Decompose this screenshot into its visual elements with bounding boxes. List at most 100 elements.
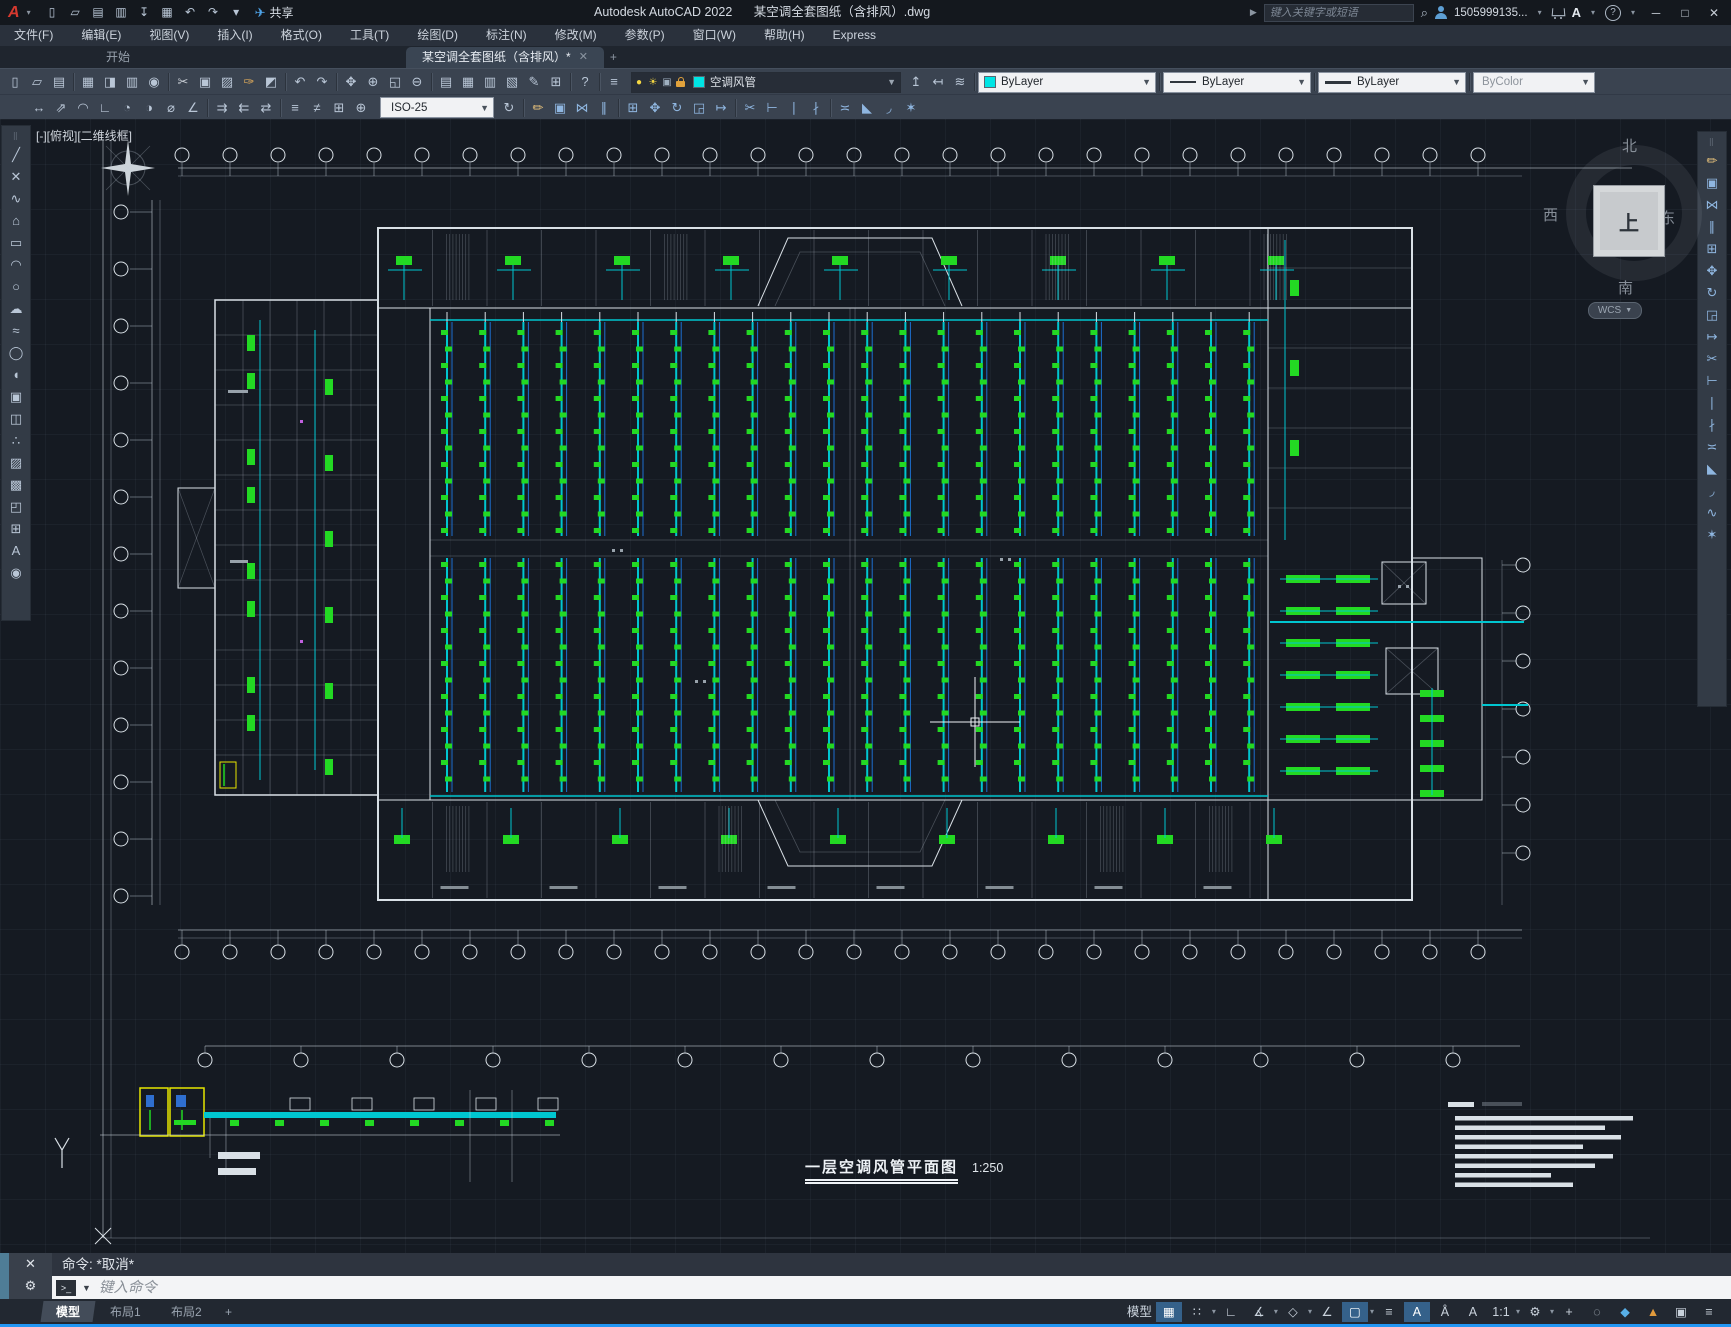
command-customize-icon[interactable]: ⚙ (25, 1278, 37, 1294)
menu-0[interactable]: 文件(F) (0, 25, 67, 46)
performance-monitor-icon[interactable]: ▲ (1640, 1302, 1666, 1322)
new-file-icon[interactable]: ▯ (44, 4, 61, 21)
break-at-point-icon[interactable]: ∣ (783, 98, 805, 118)
polyline-icon[interactable]: ∿ (5, 188, 27, 210)
app-logo-icon[interactable]: A (8, 4, 20, 22)
print-icon[interactable]: ▦ (159, 4, 176, 21)
username[interactable]: 1505999135... (1454, 7, 1528, 19)
layer-previous-icon[interactable]: ↤ (927, 72, 949, 92)
layout-tab-0[interactable]: 模型 (40, 1301, 96, 1322)
plot-icon[interactable]: ▦ (77, 72, 99, 92)
save-icon[interactable]: ▤ (48, 72, 70, 92)
maximize-button[interactable]: □ (1674, 6, 1696, 20)
continue-dimension-icon[interactable]: ⇄ (255, 98, 277, 118)
app-store-cart-icon[interactable] (1552, 7, 1565, 19)
match-properties-icon[interactable]: ✑ (238, 72, 260, 92)
break-icon[interactable]: ∤ (1701, 414, 1723, 436)
redo-icon[interactable]: ↷ (205, 4, 222, 21)
baseline-dimension-icon[interactable]: ⇇ (233, 98, 255, 118)
layout-tab-1[interactable]: 布局1 (95, 1301, 157, 1322)
annotation-scale-button[interactable]: 1:1 (1488, 1302, 1514, 1322)
layer-viewport-freeze-icon[interactable]: ▣ (660, 77, 674, 88)
mirror-icon[interactable]: ⋈ (571, 98, 593, 118)
erase-icon[interactable]: ✏ (527, 98, 549, 118)
search-expander-icon[interactable]: ▶ (1250, 7, 1257, 18)
chamfer-icon[interactable]: ◣ (856, 98, 878, 118)
layer-properties-icon[interactable]: ≡ (603, 72, 625, 92)
viewcube-top-face[interactable]: 上 (1593, 185, 1665, 257)
properties-icon[interactable]: ▤ (435, 72, 457, 92)
construction-line-icon[interactable]: ✕ (5, 166, 27, 188)
join-icon[interactable]: ≍ (1701, 436, 1723, 458)
help-icon[interactable]: ? (1604, 4, 1621, 21)
jogged-dimension-icon[interactable]: ◑ (138, 98, 160, 118)
design-center-icon[interactable]: ▦ (457, 72, 479, 92)
help-icon[interactable]: ? (574, 72, 596, 92)
arc-length-dimension-icon[interactable]: ◠ (72, 98, 94, 118)
menu-10[interactable]: 窗口(W) (679, 25, 750, 46)
share-button[interactable]: ✈ 共享 (255, 4, 294, 21)
layer-states-icon[interactable]: ≋ (949, 72, 971, 92)
command-input[interactable] (96, 1278, 1731, 1297)
export-icon[interactable]: ↧ (136, 4, 153, 21)
menu-2[interactable]: 视图(V) (135, 25, 203, 46)
snap-mode-icon[interactable]: ∷ (1184, 1302, 1210, 1322)
annotation-scale-chevron-icon[interactable]: ▾ (1516, 1307, 1520, 1316)
viewport-controls[interactable]: [-][俯视][二维线框] (36, 127, 132, 144)
tab-close-icon[interactable]: ✕ (579, 47, 588, 68)
center-mark-icon[interactable]: ⊕ (350, 98, 372, 118)
save-icon[interactable]: ▤ (90, 4, 107, 21)
menu-1[interactable]: 编辑(E) (67, 25, 135, 46)
user-avatar-icon[interactable] (1435, 6, 1448, 19)
move-icon[interactable]: ✥ (644, 98, 666, 118)
viewcube-north[interactable]: 北 (1622, 135, 1637, 156)
layer-unlock-icon[interactable] (676, 76, 685, 87)
fillet-icon[interactable]: ◞ (1701, 480, 1723, 502)
menu-3[interactable]: 插入(I) (203, 25, 266, 46)
paste-icon[interactable]: ▨ (216, 72, 238, 92)
break-icon[interactable]: ∤ (805, 98, 827, 118)
make-object-layer-current-icon[interactable]: ↥ (905, 72, 927, 92)
hardware-acceleration-icon[interactable]: ◆ (1612, 1302, 1638, 1322)
clean-screen-icon[interactable]: ▣ (1668, 1302, 1694, 1322)
join-icon[interactable]: ≍ (834, 98, 856, 118)
color-combobox[interactable]: ByLayer ▼ (978, 71, 1156, 93)
point-icon[interactable]: ∴ (5, 430, 27, 452)
object-snap-chevron-icon[interactable]: ▾ (1370, 1307, 1374, 1316)
plot-preview-icon[interactable]: ◨ (99, 72, 121, 92)
array-icon[interactable]: ⊞ (1701, 238, 1723, 260)
tab-document[interactable]: 某空调全套图纸（含排风）* ✕ (406, 47, 604, 68)
zoom-previous-icon[interactable]: ⊖ (406, 72, 428, 92)
autodesk-a-icon[interactable]: A (1572, 5, 1581, 20)
explode-icon[interactable]: ✶ (900, 98, 922, 118)
toolbar-grip-icon[interactable]: ⣿ (13, 133, 19, 140)
multiline-text-icon[interactable]: A (5, 540, 27, 562)
extend-icon[interactable]: ⊢ (761, 98, 783, 118)
customization-icon[interactable]: ≡ (1696, 1302, 1722, 1322)
break-at-point-icon[interactable]: ∣ (1701, 392, 1723, 414)
crosshair-icon[interactable]: + (1556, 1302, 1582, 1322)
layer-combo-chevron-icon[interactable]: ▼ (883, 77, 900, 87)
annotation-visibility-icon[interactable]: A (1403, 1301, 1430, 1322)
workspace-switching-chevron-icon[interactable]: ▾ (1550, 1307, 1554, 1316)
dimstyle-combo-chevron-icon[interactable]: ▼ (476, 103, 493, 113)
radius-dimension-icon[interactable]: ◔ (116, 98, 138, 118)
user-menu-chevron-icon[interactable]: ▾ (1538, 8, 1542, 17)
open-icon[interactable]: ▱ (26, 72, 48, 92)
lineweight-combobox[interactable]: ByLayer ▼ (1318, 71, 1466, 93)
polar-tracking-icon[interactable]: ∡ (1246, 1302, 1272, 1322)
ortho-mode-icon[interactable]: ∟ (1218, 1302, 1244, 1322)
pan-icon[interactable]: ✥ (340, 72, 362, 92)
snap-mode-chevron-icon[interactable]: ▾ (1212, 1307, 1216, 1316)
isometric-drafting-icon[interactable]: ◇ (1280, 1302, 1306, 1322)
circle-icon[interactable]: ○ (5, 276, 27, 298)
aligned-dimension-icon[interactable]: ⇗ (50, 98, 72, 118)
move-icon[interactable]: ✥ (1701, 260, 1723, 282)
undo-icon[interactable]: ↶ (289, 72, 311, 92)
copy-icon[interactable]: ▣ (1701, 172, 1723, 194)
tab-start[interactable]: 开始 (90, 47, 146, 68)
linear-dimension-icon[interactable]: ↔ (28, 98, 50, 118)
command-close-icon[interactable]: ✕ (25, 1256, 36, 1272)
chamfer-icon[interactable]: ◣ (1701, 458, 1723, 480)
insert-block-icon[interactable]: ▣ (5, 386, 27, 408)
